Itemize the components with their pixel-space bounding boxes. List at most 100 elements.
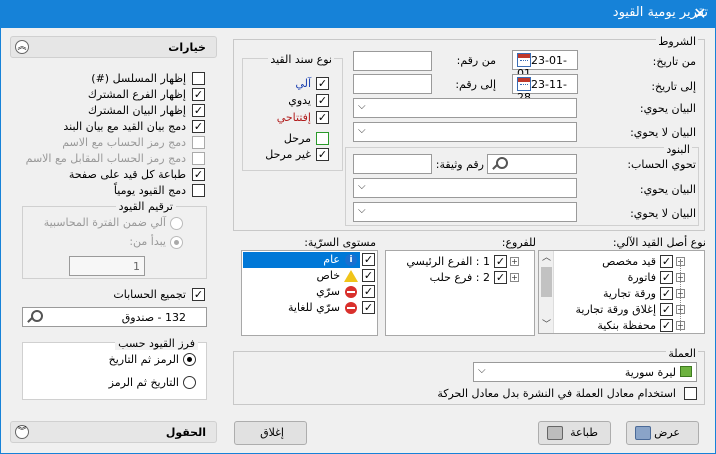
- stop-icon: [345, 286, 357, 298]
- chevron-down-icon[interactable]: ⌵: [358, 125, 366, 136]
- expand-icon[interactable]: +: [510, 257, 519, 266]
- scroll-thumb[interactable]: [541, 267, 552, 297]
- option-checkbox[interactable]: ✓: [192, 88, 205, 101]
- origin-checkbox[interactable]: ✓: [660, 319, 673, 332]
- print-button-label: طباعة: [570, 426, 598, 439]
- origin-checkbox[interactable]: ✓: [660, 271, 673, 284]
- voucher-type-label: يدوي: [288, 94, 311, 107]
- branches-list[interactable]: + ✓ 1 : الفرع الرئيسي + ✓ 2 : فرع حلب: [385, 250, 535, 336]
- not-contains-combo[interactable]: ⌵: [353, 122, 577, 142]
- voucher-type-checkbox[interactable]: ✓: [316, 77, 329, 90]
- sort-title: فرز القيود حسب: [115, 337, 198, 350]
- voucher-type-label: إفتتاحي: [276, 111, 311, 124]
- posted-label: غير مرحل: [265, 148, 311, 161]
- scroll-up-icon[interactable]: ︿: [539, 251, 554, 266]
- print-button[interactable]: طباعة: [538, 421, 611, 445]
- voucher-type-checkbox[interactable]: ✓: [316, 111, 329, 124]
- warning-icon: [344, 270, 358, 282]
- use-rate-label: استخدام معادل العملة في النشرة بدل معادل…: [437, 387, 676, 400]
- option-checkbox[interactable]: [192, 152, 205, 165]
- group-accounts-field[interactable]: 132 - صندوق: [22, 307, 207, 327]
- option-label: دمج القيود يومياً: [113, 184, 186, 197]
- chevron-down-icon[interactable]: ⌵: [478, 365, 486, 376]
- from-number-input[interactable]: [353, 51, 432, 71]
- scrollbar[interactable]: ︿ ﹀: [539, 251, 554, 333]
- contains-combo[interactable]: ⌵: [353, 98, 577, 118]
- use-rate-checkbox[interactable]: [684, 387, 697, 400]
- search-icon[interactable]: [491, 156, 508, 172]
- posted-checkbox[interactable]: ✓: [316, 148, 329, 161]
- fields-panel-header[interactable]: ︾ الحقول: [10, 421, 217, 443]
- posted-label: مرحل: [283, 132, 311, 145]
- close-button[interactable]: إغلاق: [234, 421, 307, 445]
- group-accounts-checkbox[interactable]: ✓: [192, 288, 205, 301]
- option-checkbox[interactable]: [192, 136, 205, 149]
- scroll-down-icon[interactable]: ﹀: [539, 318, 554, 333]
- to-date-label: إلى تاريخ:: [651, 80, 696, 93]
- printer-icon: [547, 426, 563, 440]
- option-checkbox[interactable]: ✓: [192, 168, 205, 181]
- posted-checkbox[interactable]: [316, 132, 329, 145]
- from-number-label: من رقم:: [456, 54, 496, 67]
- currency-value: ليرة سورية: [624, 366, 676, 379]
- numbering-start-input[interactable]: 1: [69, 256, 145, 276]
- option-checkbox[interactable]: [192, 72, 205, 85]
- option-checkbox[interactable]: ✓: [192, 104, 205, 117]
- search-icon[interactable]: [26, 309, 43, 325]
- secrecy-list[interactable]: ✓ i عام ✓ خاص ✓ سرّي ✓ سرّي للغاية: [241, 250, 378, 336]
- numbering-start-radio[interactable]: [170, 236, 183, 249]
- close-icon[interactable]: ✕: [690, 4, 710, 23]
- calendar-icon[interactable]: [517, 53, 531, 67]
- title-bar: تقرير يومية القيود ✕: [0, 0, 716, 28]
- lines-not-contains-combo[interactable]: ⌵: [353, 202, 577, 222]
- secrecy-checkbox[interactable]: ✓: [362, 269, 375, 282]
- branches-title: للفروع:: [501, 236, 536, 249]
- secrecy-checkbox[interactable]: ✓: [362, 285, 375, 298]
- sort-date-code-radio[interactable]: [183, 376, 196, 389]
- tree-line: [680, 261, 681, 331]
- sort-date-code-label: التاريخ ثم الرمز: [108, 376, 179, 389]
- lines-contains-combo[interactable]: ⌵: [353, 178, 577, 198]
- to-number-input[interactable]: [353, 74, 432, 94]
- chevron-down-icon[interactable]: ⌵: [358, 101, 366, 112]
- branch-label: 2 : فرع حلب: [429, 271, 490, 284]
- currency-combo[interactable]: ⌵ ليرة سورية: [473, 362, 697, 382]
- info-icon: i: [345, 254, 357, 266]
- expand-icon[interactable]: +: [510, 273, 519, 282]
- close-button-label: إغلاق: [260, 426, 284, 439]
- secrecy-title: مستوى السرّية:: [304, 236, 376, 249]
- view-button[interactable]: عرض: [626, 421, 699, 445]
- option-checkbox[interactable]: ✓: [192, 120, 205, 133]
- from-date-label: من تاريخ:: [652, 55, 696, 68]
- stop-icon: [345, 302, 357, 314]
- secrecy-checkbox[interactable]: ✓: [362, 253, 375, 266]
- branch-checkbox[interactable]: ✓: [494, 271, 507, 284]
- view-button-label: عرض: [654, 426, 680, 439]
- origin-checkbox[interactable]: ✓: [660, 287, 673, 300]
- secrecy-checkbox[interactable]: ✓: [362, 301, 375, 314]
- origin-label: فاتورة: [627, 271, 656, 284]
- lines-contains-label: البيان يحوي:: [639, 183, 696, 196]
- sort-code-date-radio[interactable]: [183, 353, 196, 366]
- chevron-down-icon[interactable]: ⌵: [358, 181, 366, 192]
- chevron-down-icon[interactable]: ⌵: [358, 205, 366, 216]
- option-label: إظهار الفرع المشترك: [87, 88, 186, 101]
- calendar-icon[interactable]: [517, 77, 531, 91]
- auto-origin-list[interactable]: + ✓ قيد مخصص + ✓ فاتورة + ✓ ورقة تجارية + ✓ إغلاق و…: [538, 250, 705, 334]
- secrecy-label: عام: [323, 253, 340, 266]
- origin-checkbox[interactable]: ✓: [660, 255, 673, 268]
- collapse-up-icon[interactable]: ︽: [15, 40, 29, 54]
- branch-label: 1 : الفرع الرئيسي: [406, 255, 490, 268]
- account-contains-field[interactable]: [487, 154, 577, 174]
- origin-checkbox[interactable]: ✓: [660, 303, 673, 316]
- expand-down-icon[interactable]: ︾: [15, 425, 29, 439]
- branch-checkbox[interactable]: ✓: [494, 255, 507, 268]
- option-checkbox[interactable]: [192, 184, 205, 197]
- doc-number-input[interactable]: [353, 154, 432, 174]
- voucher-type-checkbox[interactable]: ✓: [316, 94, 329, 107]
- origin-label: قيد مخصص: [602, 255, 656, 268]
- view-icon: [635, 426, 651, 440]
- conditions-title: الشروط: [656, 35, 698, 48]
- numbering-auto-radio[interactable]: [170, 217, 183, 230]
- options-panel-header[interactable]: ︽ خيارات: [10, 36, 217, 58]
